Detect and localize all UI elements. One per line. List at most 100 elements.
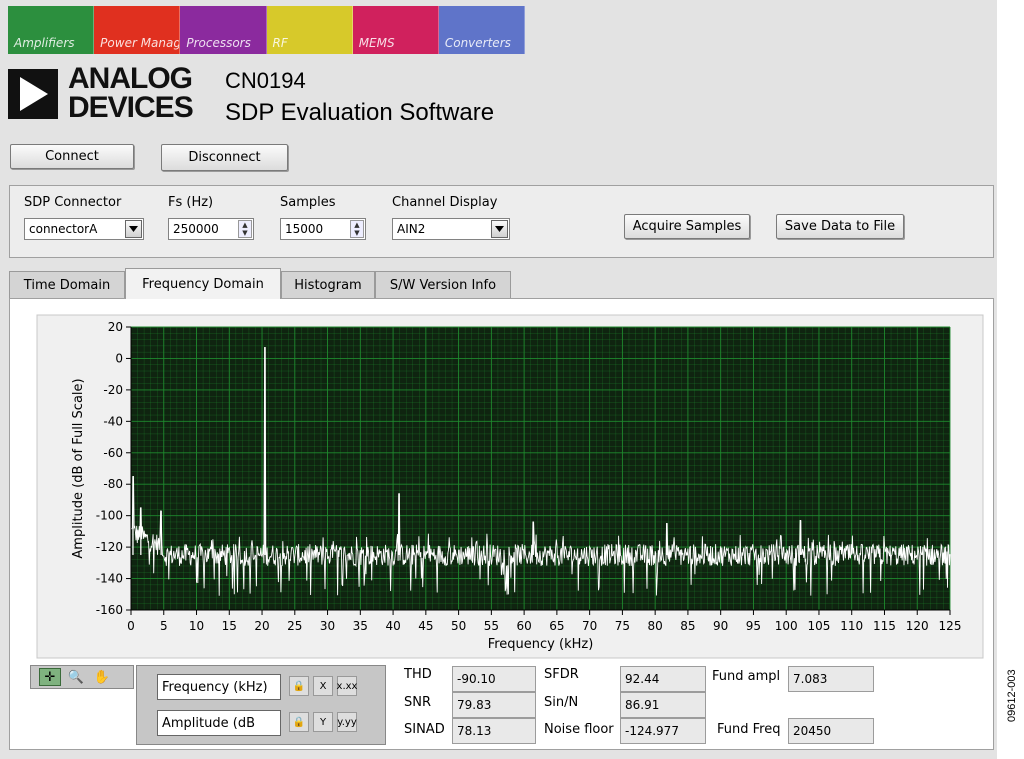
sdp-connector-label: SDP Connector [24,195,122,210]
banner-tile-mems: MEMS [352,6,439,54]
banner-tile-power-management: Power Management [94,6,181,54]
logo-line1: ANALOG [68,62,193,95]
sinad-value: 78.13 [452,718,536,744]
x-tick-label: 0 [127,619,135,633]
samples-input[interactable]: 15000 ▲ ▼ [280,218,366,240]
thd-value: -90.10 [452,666,536,692]
x-tick-label: 35 [353,619,368,633]
analog-devices-logo-icon [8,69,58,119]
crosshair-cursor-icon[interactable]: ✛ [39,668,61,686]
banner-tile-processors: Processors [180,6,267,54]
snr-label: SNR [404,695,432,710]
x-tick-label: 50 [451,619,466,633]
sdp-connector-select[interactable]: connectorA [24,218,144,240]
spin-up-icon[interactable]: ▲ [351,221,363,229]
y-axis-label: Amplitude (dB of Full Scale) [71,378,86,558]
banner-tile-converters: Converters [438,6,526,54]
connect-button[interactable]: Connect [10,144,134,169]
thd-label: THD [404,667,432,682]
x-tick-label: 85 [680,619,695,633]
x-scale-name[interactable]: Frequency (kHz) [157,674,281,700]
y-tick-label: -100 [96,509,123,523]
format-x-icon[interactable]: x.xx [337,676,357,696]
x-tick-label: 55 [484,619,499,633]
sinad-label: SINAD [404,722,445,737]
x-tick-label: 65 [549,619,564,633]
fund-ampl-value: 7.083 [788,666,874,692]
dropdown-arrow-icon[interactable] [491,220,508,238]
y-tick-label: -160 [96,603,123,617]
acquire-samples-button[interactable]: Acquire Samples [624,214,750,239]
y-tick-label: -20 [103,383,123,397]
y-scale-name[interactable]: Amplitude (dB [157,710,281,736]
fs-label: Fs (Hz) [168,195,214,210]
format-y-icon[interactable]: y.yy [337,712,357,732]
sfdr-label: SFDR [544,667,579,682]
spin-down-icon[interactable]: ▼ [239,229,251,237]
x-tick-label: 90 [713,619,728,633]
x-tick-label: 15 [222,619,237,633]
samples-spinner[interactable]: ▲ ▼ [350,220,364,238]
figure-code: 09612-003 [1006,669,1018,722]
fft-chart[interactable]: 20 0 -20 -40 -60 -80 -100 -120 -140 -160 0 5 10 15 20 2… [10,299,993,661]
x-tick-label: 10 [189,619,204,633]
y-tick-label: 20 [108,320,123,334]
dropdown-arrow-icon[interactable] [125,220,142,238]
y-tick-label: 0 [115,351,123,365]
fs-input[interactable]: 250000 ▲ ▼ [168,218,254,240]
x-tick-label: 70 [582,619,597,633]
graph-tool-palette: ✛ 🔍 ✋ [30,665,134,689]
spin-down-icon[interactable]: ▼ [351,229,363,237]
x-tick-label: 95 [746,619,761,633]
y-tick-label: -60 [103,446,123,460]
x-axis-label: Frequency (kHz) [488,637,594,652]
app-window: AmplifiersPower ManagementProcessorsRFME… [0,0,997,759]
x-tick-label: 5 [160,619,168,633]
fund-freq-label: Fund Freq [717,722,781,737]
spin-up-icon[interactable]: ▲ [239,221,251,229]
save-data-button[interactable]: Save Data to File [776,214,904,239]
pan-hand-icon[interactable]: ✋ [91,668,113,686]
autoscale-y-icon[interactable]: Y [313,712,333,732]
samples-label: Samples [280,195,336,210]
tab-time-domain[interactable]: Time Domain [9,271,125,299]
acquisition-panel: SDP Connector connectorA Fs (Hz) 250000 … [9,185,994,258]
disconnect-button[interactable]: Disconnect [161,144,288,171]
banner-tile-rf: RF [266,6,353,54]
x-tick-label: 30 [320,619,335,633]
x-tick-label: 45 [418,619,433,633]
tab-sw-version-info[interactable]: S/W Version Info [375,271,511,299]
lock-icon[interactable]: 🔒 [289,676,309,696]
x-tick-label: 125 [939,619,962,633]
y-tick-label: -40 [103,414,123,428]
sin-n-label: Sin/N [544,695,579,710]
x-tick-label: 110 [840,619,863,633]
zoom-icon[interactable]: 🔍 [65,668,87,686]
snr-value: 79.83 [452,692,536,718]
x-tick-label: 25 [287,619,302,633]
scale-legend: Frequency (kHz) 🔒 X x.xx Amplitude (dB 🔒… [136,665,386,745]
app-title: CN0194 [225,68,306,93]
x-tick-label: 20 [254,619,269,633]
sdp-connector-value: connectorA [29,222,98,236]
tab-frequency-domain[interactable]: Frequency Domain [125,268,281,299]
y-tick-label: -120 [96,540,123,554]
sfdr-value: 92.44 [620,666,706,692]
noise-floor-value: -124.977 [620,718,706,744]
fs-spinner[interactable]: ▲ ▼ [238,220,252,238]
lock-icon[interactable]: 🔒 [289,712,309,732]
x-tick-label: 115 [873,619,896,633]
channel-display-value: AIN2 [397,222,426,236]
tab-histogram[interactable]: Histogram [281,271,375,299]
sin-n-value: 86.91 [620,692,706,718]
y-tick-label: -140 [96,572,123,586]
x-tick-label: 100 [775,619,798,633]
autoscale-x-icon[interactable]: X [313,676,333,696]
x-tick-label: 120 [906,619,929,633]
y-tick-label: -80 [103,477,123,491]
x-tick-label: 75 [615,619,630,633]
graph-palette: ✛ 🔍 ✋ Frequency (kHz) 🔒 X x.xx Amplitude… [30,665,386,745]
channel-display-select[interactable]: AIN2 [392,218,510,240]
banner-tile-amplifiers: Amplifiers [8,6,95,54]
fs-value: 250000 [173,222,219,236]
